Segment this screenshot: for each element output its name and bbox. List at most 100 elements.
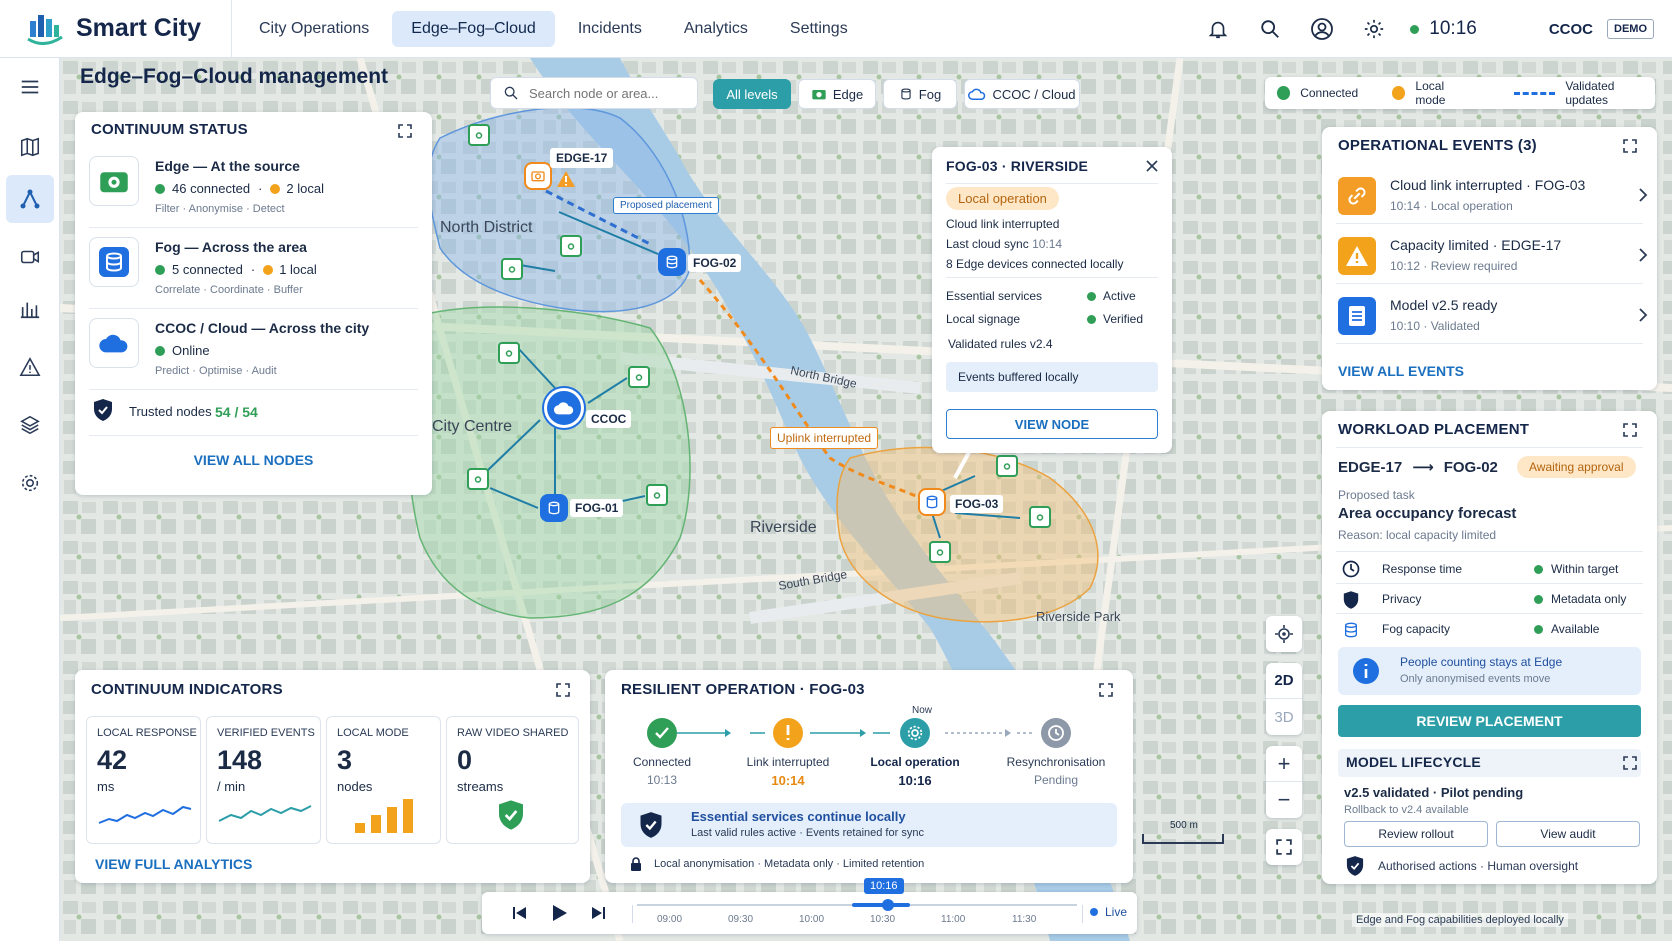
zoom-out-button[interactable]: − [1266,782,1302,818]
review-rollout-button[interactable]: Review rollout [1344,821,1488,847]
event-item[interactable]: Model v2.5 ready 10:10 · Validated [1338,291,1648,341]
view-3d-button[interactable]: 3D [1266,699,1302,735]
live-dot-icon [1090,908,1098,916]
expand-icon[interactable] [398,124,412,138]
fog-01-label: FOG-01 [570,499,624,517]
edge-camera-icon[interactable] [996,455,1018,477]
shield-check-icon [1346,856,1364,876]
filter-fog[interactable]: Fog [883,79,957,109]
expand-icon[interactable] [1623,423,1637,437]
warning-icon[interactable] [6,343,54,391]
fog-sub: Correlate · Coordinate · Buffer [155,284,303,296]
nav-settings[interactable]: Settings [771,11,867,47]
indicator-label: LOCAL MODE [337,727,409,739]
live-indicator[interactable]: Live [1090,905,1127,919]
nav-city-operations[interactable]: City Operations [240,11,388,47]
expand-icon[interactable] [1623,756,1637,770]
workload-placement-panel: WORKLOAD PLACEMENT EDGE-17 ⟶ FOG-02 Awai… [1322,411,1657,884]
page-title: Edge–Fog–Cloud management [80,65,389,88]
fullscreen-icon[interactable] [1266,829,1302,865]
skip-back-icon[interactable] [512,905,528,921]
legend-connected: Connected [1300,86,1359,100]
workload-title: WORKLOAD PLACEMENT [1338,421,1530,438]
edge-camera-icon[interactable] [501,258,523,280]
settings-icon[interactable] [6,459,54,507]
main-nav: City Operations Edge–Fog–Cloud Incidents… [240,0,871,58]
edge-camera-icon[interactable] [467,468,489,490]
popup-sync-time: 10:14 [1032,237,1063,251]
local-dot-icon [263,264,274,275]
app-name: Smart City [76,14,202,42]
edge-local: 2 local [286,181,324,196]
divider [89,389,418,390]
indicator-unit: nodes [337,779,373,794]
chevron-right-icon [1639,308,1648,322]
fog-02-node[interactable] [658,248,686,276]
ccoc-node[interactable] [544,388,584,428]
map-icon[interactable] [6,123,54,171]
view-audit-button[interactable]: View audit [1496,821,1640,847]
review-placement-button[interactable]: REVIEW PLACEMENT [1338,705,1641,737]
expand-icon[interactable] [1099,683,1113,697]
status-dot-icon [1534,594,1543,604]
gear-icon[interactable] [1360,15,1388,43]
user-icon[interactable] [1308,15,1336,43]
search-icon[interactable] [1256,15,1284,43]
camera-icon[interactable] [6,233,54,281]
close-icon[interactable] [1146,160,1158,172]
status-dot-icon [1534,624,1543,634]
zoom-in-button[interactable]: + [1266,746,1302,782]
fog-03-node[interactable] [918,488,946,516]
timeline-handle[interactable] [882,899,894,911]
edge-camera-icon[interactable] [498,342,520,364]
expand-icon[interactable] [556,683,570,697]
locate-icon[interactable] [1266,616,1302,652]
fog-01-node[interactable] [540,494,568,522]
edge-camera-icon[interactable] [628,366,650,388]
logo[interactable]: Smart City [0,0,232,58]
edge-camera-icon[interactable] [560,235,582,257]
bell-icon[interactable] [1204,15,1232,43]
play-icon[interactable] [550,904,568,922]
step-time: 10:13 [646,773,678,787]
event-title: Capacity limited · EDGE-17 [1390,237,1562,253]
status-dot-icon [1087,314,1096,324]
menu-icon[interactable] [6,63,54,111]
edge-camera-icon[interactable] [929,541,951,563]
check-label: Fog capacity [1382,622,1451,636]
cloud-tile [89,318,139,368]
edge-camera-icon[interactable] [1029,506,1051,528]
nav-analytics[interactable]: Analytics [665,11,767,47]
info-line1: People counting stays at Edge [1400,655,1563,669]
divider [632,905,633,923]
nav-incidents[interactable]: Incidents [559,11,661,47]
event-item[interactable]: Capacity limited · EDGE-17 10:12 · Revie… [1338,231,1648,281]
check-state: Metadata only [1534,592,1626,606]
view-full-analytics-link[interactable]: VIEW FULL ANALYTICS [95,856,252,872]
edge-17-node[interactable] [524,162,552,190]
task-reason: Reason: local capacity limited [1338,528,1497,542]
status-dot-icon [1087,291,1096,301]
filter-cloud[interactable]: CCOC / Cloud [964,79,1080,109]
expand-icon[interactable] [1623,139,1637,153]
filter-edge[interactable]: Edge [798,79,876,109]
bar-chart-icon[interactable] [6,285,54,333]
filter-all-levels[interactable]: All levels [713,79,791,109]
layers-icon[interactable] [6,401,54,449]
edge-camera-icon[interactable] [646,484,668,506]
network-icon[interactable] [6,175,54,223]
popup-buffer: Events buffered locally [946,362,1158,392]
event-item[interactable]: Cloud link interrupted · FOG-03 10:14 · … [1338,171,1648,221]
timeline-tick: 11:30 [1012,914,1037,925]
skip-forward-icon[interactable] [590,905,606,921]
nav-edge-fog-cloud[interactable]: Edge–Fog–Cloud [392,10,555,47]
view-node-button[interactable]: VIEW NODE [946,409,1158,439]
task-label: Proposed task [1338,488,1415,502]
view-all-events-link[interactable]: VIEW ALL EVENTS [1338,363,1464,379]
filter-fog-label: Fog [918,86,942,102]
view-2d-button[interactable]: 2D [1266,663,1302,699]
edge-camera-icon[interactable] [468,124,490,146]
view-all-nodes-link[interactable]: VIEW ALL NODES [75,452,432,468]
search-input[interactable] [529,85,689,101]
divider [1336,447,1643,448]
